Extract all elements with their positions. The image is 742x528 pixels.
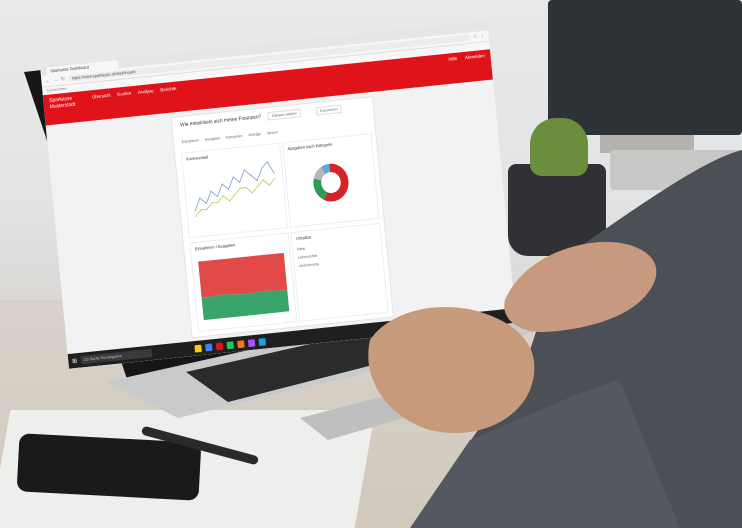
user-hands	[368, 150, 742, 528]
photo-scene: Sparkasse Dashboard ← → ↻ https://www.sp…	[0, 0, 742, 528]
right-hand	[368, 307, 535, 434]
